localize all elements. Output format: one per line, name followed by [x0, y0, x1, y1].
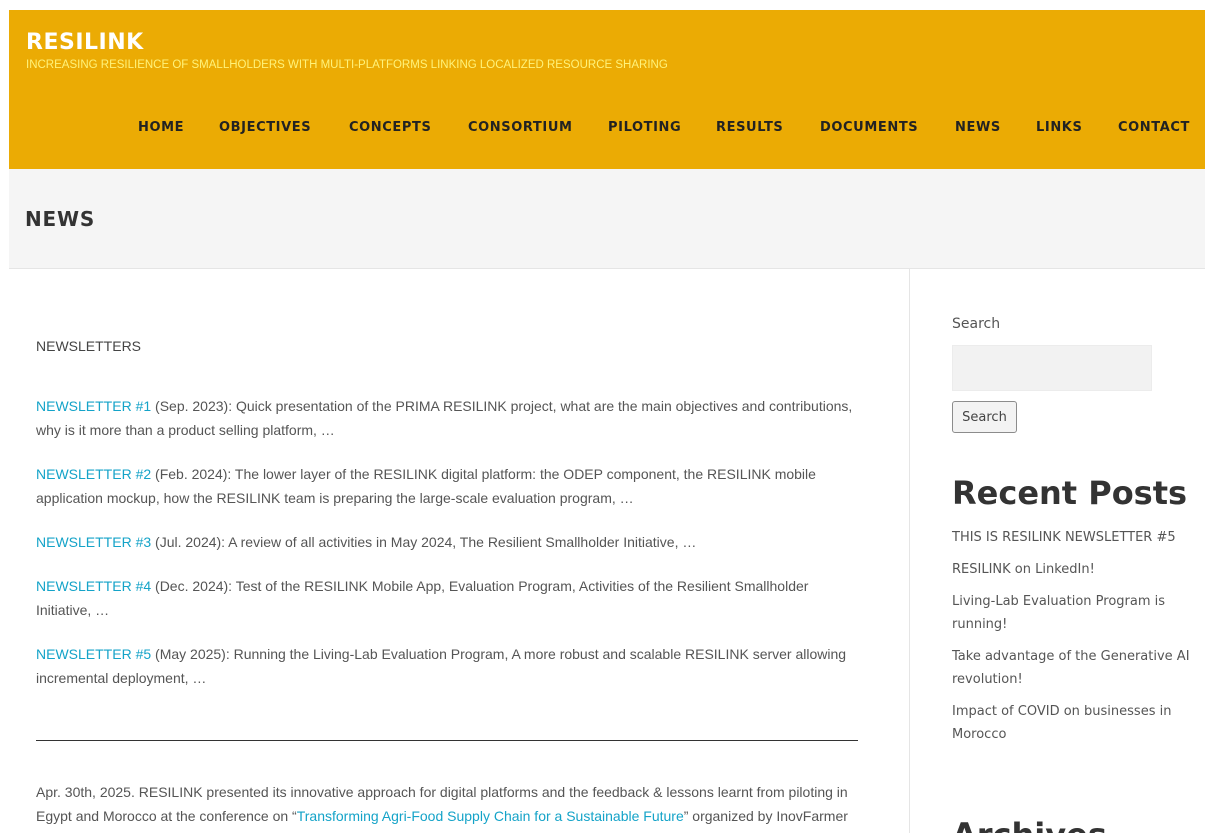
nav-item-home[interactable]: HOME — [138, 120, 184, 135]
nav-item-links[interactable]: LINKS — [1036, 120, 1082, 135]
recent-posts-list: THIS IS RESILINK NEWSLETTER #5 RESILINK … — [952, 526, 1205, 755]
newsletter-description: (Feb. 2024): The lower layer of the RESI… — [36, 466, 816, 506]
site-header: RESILINK INCREASING RESILIENCE OF SMALLH… — [9, 10, 1205, 169]
search-label: Search — [952, 316, 1001, 332]
newsletter-link[interactable]: NEWSLETTER #3 — [36, 534, 151, 550]
page-title: NEWS — [25, 207, 96, 231]
site-title[interactable]: RESILINK — [26, 30, 144, 55]
nav-item-concepts[interactable]: CONCEPTS — [349, 120, 431, 135]
nav-item-documents[interactable]: DOCUMENTS — [820, 120, 918, 135]
recent-post-link[interactable]: Take advantage of the Generative AI revo… — [952, 649, 1190, 687]
nav-item-consortium[interactable]: CONSORTIUM — [468, 120, 573, 135]
recent-post-item: Living-Lab Evaluation Program is running… — [952, 590, 1205, 636]
recent-posts-heading: Recent Posts — [952, 474, 1188, 512]
news-item: Apr. 30th, 2025. RESILINK presented its … — [36, 780, 858, 833]
recent-post-item: Impact of COVID on businesses in Morocco — [952, 700, 1205, 746]
main-nav: HOME OBJECTIVES CONCEPTS CONSORTIUM PILO… — [9, 120, 1205, 140]
newsletter-description: (Sep. 2023): Quick presentation of the P… — [36, 398, 853, 438]
nav-item-piloting[interactable]: PILOTING — [608, 120, 681, 135]
content-divider — [36, 740, 858, 741]
newsletter-item: NEWSLETTER #1 (Sep. 2023): Quick present… — [36, 394, 858, 442]
recent-post-item: THIS IS RESILINK NEWSLETTER #5 — [952, 526, 1205, 549]
page-title-bar: NEWS — [9, 169, 1205, 269]
conference-link[interactable]: Transforming Agri-Food Supply Chain for … — [297, 808, 684, 824]
recent-post-link[interactable]: RESILINK on LinkedIn! — [952, 562, 1095, 577]
recent-post-item: Take advantage of the Generative AI revo… — [952, 645, 1205, 691]
nav-item-objectives[interactable]: OBJECTIVES — [219, 120, 311, 135]
site-tagline: INCREASING RESILIENCE OF SMALLHOLDERS WI… — [26, 59, 668, 71]
recent-post-item: RESILINK on LinkedIn! — [952, 558, 1205, 581]
site-wrapper: RESILINK INCREASING RESILIENCE OF SMALLH… — [9, 10, 1205, 833]
newsletter-description: (Jul. 2024): A review of all activities … — [151, 534, 697, 550]
nav-item-contact[interactable]: CONTACT — [1118, 120, 1190, 135]
sidebar-divider — [909, 269, 910, 833]
nav-item-news[interactable]: NEWS — [955, 120, 1001, 135]
newsletter-link[interactable]: NEWSLETTER #5 — [36, 646, 151, 662]
newsletter-item: NEWSLETTER #2 (Feb. 2024): The lower lay… — [36, 462, 858, 510]
recent-post-link[interactable]: Impact of COVID on businesses in Morocco — [952, 704, 1171, 742]
recent-post-link[interactable]: Living-Lab Evaluation Program is running… — [952, 594, 1165, 632]
newsletters-heading: NEWSLETTERS — [36, 338, 142, 354]
newsletter-link[interactable]: NEWSLETTER #1 — [36, 398, 151, 414]
search-input[interactable] — [952, 345, 1152, 391]
nav-item-results[interactable]: RESULTS — [716, 120, 783, 135]
newsletter-item: NEWSLETTER #3 (Jul. 2024): A review of a… — [36, 530, 858, 554]
archives-heading: Archives — [952, 816, 1107, 833]
recent-post-link[interactable]: THIS IS RESILINK NEWSLETTER #5 — [952, 530, 1176, 545]
newsletter-link[interactable]: NEWSLETTER #2 — [36, 466, 151, 482]
newsletter-item: NEWSLETTER #4 (Dec. 2024): Test of the R… — [36, 574, 858, 622]
newsletter-link[interactable]: NEWSLETTER #4 — [36, 578, 151, 594]
newsletter-item: NEWSLETTER #5 (May 2025): Running the Li… — [36, 642, 858, 690]
newsletter-description: (May 2025): Running the Living-Lab Evalu… — [36, 646, 847, 686]
search-button[interactable]: Search — [952, 401, 1017, 433]
newsletter-description: (Dec. 2024): Test of the RESILINK Mobile… — [36, 578, 809, 618]
